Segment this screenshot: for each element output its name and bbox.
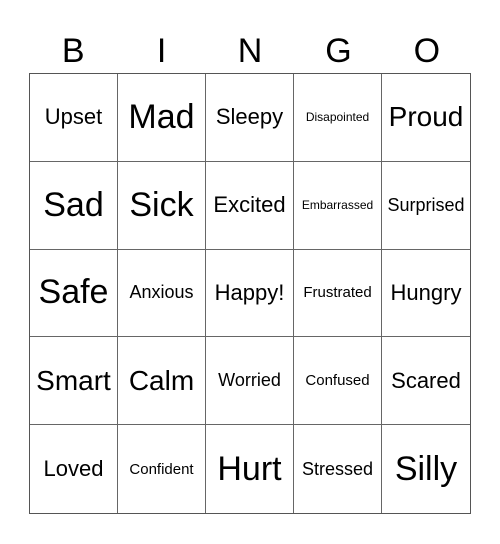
bingo-cell[interactable]: Disapointed — [294, 74, 382, 162]
header-letter-g: G — [325, 32, 352, 70]
bingo-cell[interactable]: Happy! — [206, 249, 294, 338]
bingo-cell[interactable]: Mad — [118, 74, 206, 162]
bingo-cell[interactable]: Smart — [30, 337, 118, 426]
bingo-cell[interactable]: Surprised — [382, 162, 470, 250]
bingo-cell[interactable]: Frustrated — [294, 249, 382, 338]
bingo-cell[interactable]: Proud — [382, 74, 470, 162]
header-letter-n: N — [237, 32, 263, 70]
bingo-cell[interactable]: Stressed — [294, 425, 382, 513]
header-letter-b: B — [61, 32, 85, 70]
bingo-cell[interactable]: Upset — [30, 74, 118, 162]
bingo-cell[interactable]: Loved — [30, 425, 118, 513]
bingo-cell[interactable]: Sleepy — [206, 74, 294, 162]
bingo-header: B I N G O — [29, 30, 471, 72]
bingo-cell[interactable]: Worried — [206, 337, 294, 426]
header-letter-i: I — [156, 32, 167, 70]
bingo-cell[interactable]: Scared — [382, 337, 470, 426]
bingo-cell[interactable]: Excited — [206, 161, 294, 250]
bingo-cell[interactable]: Sick — [118, 161, 206, 250]
bingo-cell[interactable]: Sad — [30, 161, 118, 250]
bingo-cell[interactable]: Hungry — [382, 250, 470, 338]
bingo-cell[interactable]: Embarrassed — [294, 161, 382, 250]
bingo-cell[interactable]: Hurt — [206, 425, 294, 513]
bingo-cell[interactable]: Calm — [118, 337, 206, 426]
bingo-cell[interactable]: Confused — [294, 337, 382, 426]
bingo-cell[interactable]: Safe — [30, 249, 118, 338]
bingo-grid: Upset Mad Sleepy Disapointed Proud Sad Sick Exc… — [29, 73, 471, 514]
bingo-cell[interactable]: Confident — [118, 425, 206, 513]
header-letter-o: O — [413, 32, 441, 70]
bingo-cell[interactable]: Silly — [382, 425, 470, 513]
bingo-cell[interactable]: Anxious — [118, 249, 206, 338]
